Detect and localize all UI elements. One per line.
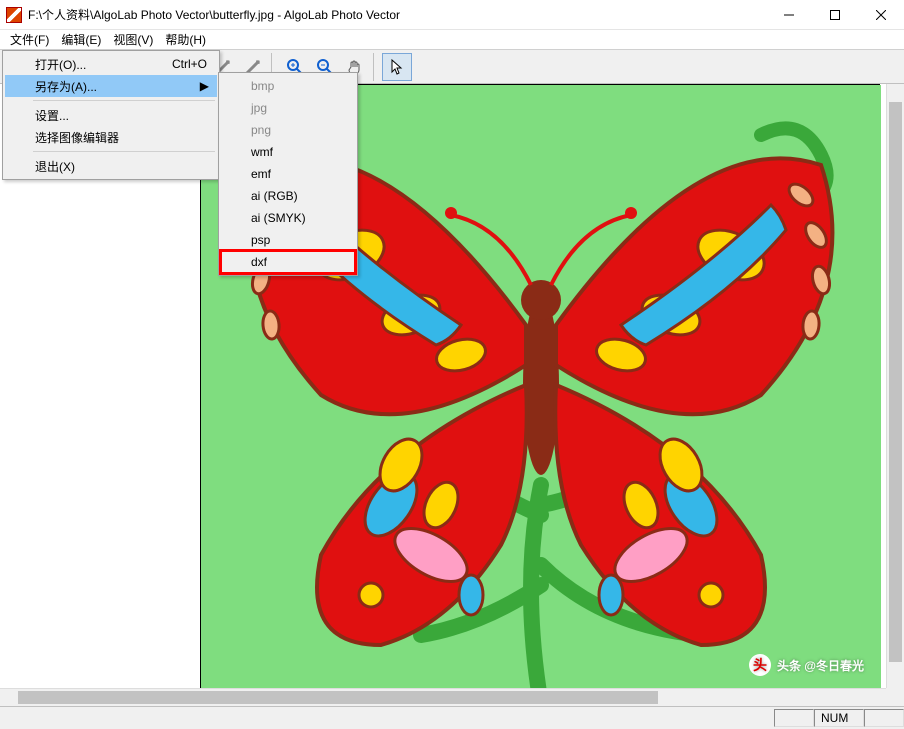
menu-open-label: 打开(O)...: [35, 56, 86, 73]
save-as-jpg-label: jpg: [251, 101, 267, 115]
save-as-ai-rgb-label: ai (RGB): [251, 189, 298, 203]
minimize-button[interactable]: [766, 0, 812, 30]
save-as-jpg[interactable]: jpg: [221, 97, 355, 119]
vertical-scrollbar[interactable]: [886, 84, 904, 688]
app-icon: [6, 7, 22, 23]
menu-settings[interactable]: 设置...: [5, 104, 217, 126]
status-cell-3: [864, 709, 904, 727]
menu-open[interactable]: 打开(O)... Ctrl+O: [5, 53, 217, 75]
submenu-arrow-icon: ▶: [200, 79, 209, 93]
watermark-logo-icon: 头: [749, 654, 771, 676]
save-as-emf[interactable]: emf: [221, 163, 355, 185]
titlebar: F:\个人资料\AlgoLab Photo Vector\butterfly.j…: [0, 0, 904, 30]
save-as-ai-smyk-label: ai (SMYK): [251, 211, 306, 225]
menu-open-shortcut: Ctrl+O: [172, 57, 207, 71]
save-as-emf-label: emf: [251, 167, 271, 181]
menu-settings-label: 设置...: [35, 107, 69, 124]
watermark-text: 头条 @冬日春光: [777, 657, 864, 674]
save-as-ai-smyk[interactable]: ai (SMYK): [221, 207, 355, 229]
menu-divider: [33, 151, 215, 152]
status-cell-1: [774, 709, 814, 727]
menu-exit-label: 退出(X): [35, 158, 75, 175]
save-as-png[interactable]: png: [221, 119, 355, 141]
menu-file[interactable]: 文件(F): [4, 29, 55, 50]
menu-edit[interactable]: 编辑(E): [55, 29, 107, 50]
save-as-bmp[interactable]: bmp: [221, 75, 355, 97]
horizontal-scrollbar[interactable]: [0, 688, 886, 706]
menu-help[interactable]: 帮助(H): [159, 29, 212, 50]
maximize-button[interactable]: [812, 0, 858, 30]
menu-select-editor-label: 选择图像编辑器: [35, 129, 119, 146]
pointer-tool-button[interactable]: [382, 53, 412, 81]
status-num-label: NUM: [821, 711, 848, 725]
menu-exit[interactable]: 退出(X): [5, 155, 217, 177]
window-title: F:\个人资料\AlgoLab Photo Vector\butterfly.j…: [28, 6, 400, 23]
save-as-ai-rgb[interactable]: ai (RGB): [221, 185, 355, 207]
save-as-dxf-label: dxf: [251, 255, 267, 269]
save-as-png-label: png: [251, 123, 271, 137]
menu-view[interactable]: 视图(V): [107, 29, 159, 50]
save-as-wmf[interactable]: wmf: [221, 141, 355, 163]
close-button[interactable]: [858, 0, 904, 30]
save-as-psp-label: psp: [251, 233, 270, 247]
menu-divider: [33, 100, 215, 101]
menu-save-as-label: 另存为(A)...: [35, 78, 97, 95]
scroll-corner: [886, 688, 904, 706]
save-as-psp[interactable]: psp: [221, 229, 355, 251]
save-as-wmf-label: wmf: [251, 145, 273, 159]
save-as-dxf[interactable]: dxf: [221, 251, 355, 273]
save-as-submenu: bmp jpg png wmf emf ai (RGB) ai (SMYK) p…: [218, 72, 358, 276]
save-as-bmp-label: bmp: [251, 79, 274, 93]
watermark: 头 头条 @冬日春光: [749, 654, 864, 676]
menu-select-editor[interactable]: 选择图像编辑器: [5, 126, 217, 148]
file-menu-dropdown: 打开(O)... Ctrl+O 另存为(A)... ▶ 设置... 选择图像编辑…: [2, 50, 220, 180]
menu-save-as[interactable]: 另存为(A)... ▶: [5, 75, 217, 97]
menubar: 文件(F) 编辑(E) 视图(V) 帮助(H): [0, 30, 904, 50]
statusbar: NUM: [0, 706, 904, 729]
status-num: NUM: [814, 709, 864, 727]
